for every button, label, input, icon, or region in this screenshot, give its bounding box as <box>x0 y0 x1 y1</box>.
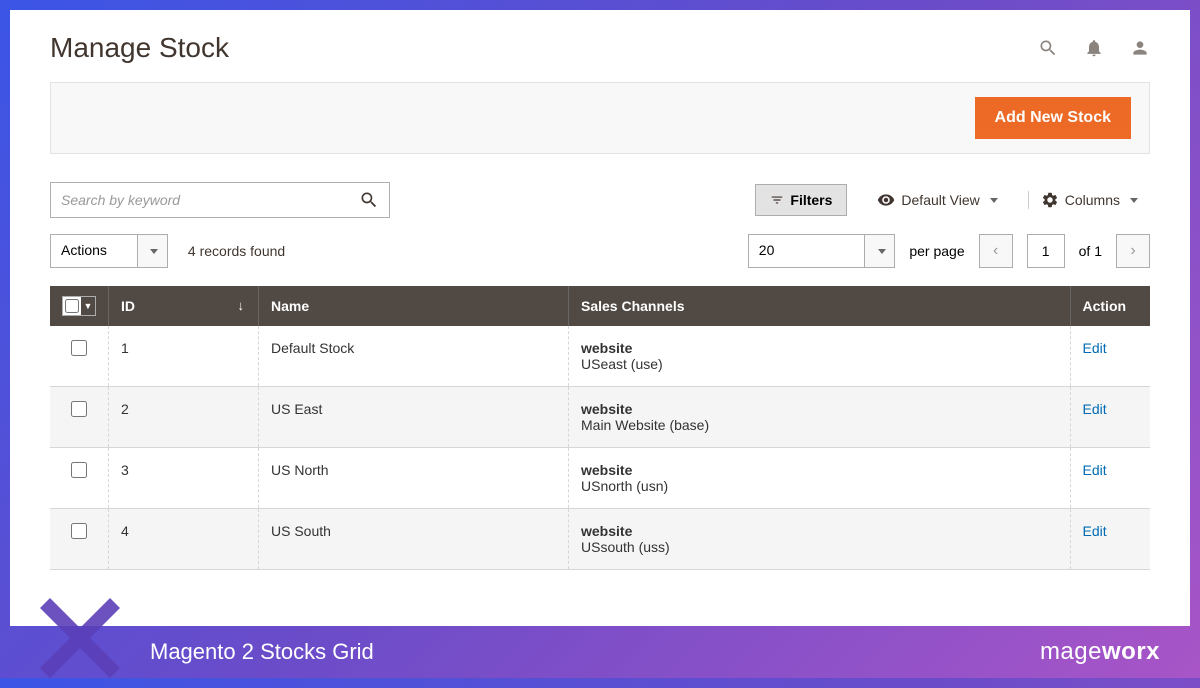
table-row: 1Default StockwebsiteUSeast (use) Edit <box>50 326 1150 387</box>
caret-down-icon <box>1130 198 1138 203</box>
edit-link[interactable]: Edit <box>1083 401 1107 417</box>
edit-link[interactable]: Edit <box>1083 523 1107 539</box>
col-id[interactable]: ID ↓ <box>109 286 259 326</box>
cell-sales-channels: websiteUSeast (use) <box>569 326 1071 387</box>
per-page-label: per page <box>909 243 964 259</box>
columns-dropdown[interactable]: Columns <box>1028 191 1150 209</box>
gear-icon <box>1041 191 1059 209</box>
toolbar-row-2: Actions 4 records found 20 per page ‹ of… <box>50 234 1150 268</box>
cell-sales-channels: websiteUSsouth (uss) <box>569 509 1071 570</box>
default-view-label: Default View <box>901 192 979 208</box>
header-icons <box>1038 38 1150 58</box>
col-checkbox: ▼ <box>50 286 109 326</box>
eye-icon <box>877 191 895 209</box>
row-checkbox[interactable] <box>71 462 87 478</box>
actions-label: Actions <box>51 235 137 267</box>
cell-id: 4 <box>109 509 259 570</box>
col-sales-channels[interactable]: Sales Channels <box>569 286 1071 326</box>
app-frame: Manage Stock Add New Stock Filters <box>10 10 1190 626</box>
search-box <box>50 182 390 218</box>
filters-label: Filters <box>790 192 832 208</box>
cell-id: 2 <box>109 387 259 448</box>
per-page-select[interactable]: 20 <box>748 234 896 268</box>
row-checkbox[interactable] <box>71 401 87 417</box>
row-checkbox[interactable] <box>71 340 87 356</box>
toolbar-row-1: Filters Default View Columns <box>50 182 1150 218</box>
col-name[interactable]: Name <box>259 286 569 326</box>
select-all-checkbox[interactable]: ▼ <box>62 296 96 316</box>
pagination: 20 per page ‹ of 1 › <box>748 234 1150 268</box>
page-header: Manage Stock <box>50 20 1150 82</box>
cell-id: 1 <box>109 326 259 387</box>
table-row: 2US EastwebsiteMain Website (base) Edit <box>50 387 1150 448</box>
sort-desc-icon: ↓ <box>238 298 245 313</box>
columns-label: Columns <box>1065 192 1120 208</box>
stocks-grid: ▼ ID ↓ Name Sales Channels Action 1Defau… <box>50 286 1150 570</box>
select-all-input[interactable] <box>65 299 79 313</box>
edit-link[interactable]: Edit <box>1083 462 1107 478</box>
actions-dropdown[interactable]: Actions <box>50 234 168 268</box>
cell-sales-channels: websiteMain Website (base) <box>569 387 1071 448</box>
cell-id: 3 <box>109 448 259 509</box>
page-input[interactable] <box>1027 234 1065 268</box>
edit-link[interactable]: Edit <box>1083 340 1107 356</box>
search-input[interactable] <box>61 192 359 208</box>
footer-caption: Magento 2 Stocks Grid <box>150 639 374 665</box>
search-icon[interactable] <box>1038 38 1058 58</box>
page-title: Manage Stock <box>50 32 229 64</box>
cell-sales-channels: websiteUSnorth (usn) <box>569 448 1071 509</box>
search-submit-icon[interactable] <box>359 190 379 210</box>
cell-name: US South <box>259 509 569 570</box>
primary-action-bar: Add New Stock <box>50 82 1150 154</box>
add-new-stock-button[interactable]: Add New Stock <box>975 97 1131 139</box>
funnel-icon <box>770 193 784 207</box>
table-row: 3US NorthwebsiteUSnorth (usn) Edit <box>50 448 1150 509</box>
cell-name: US North <box>259 448 569 509</box>
user-icon[interactable] <box>1130 38 1150 58</box>
caret-down-icon <box>137 235 167 267</box>
next-page-button[interactable]: › <box>1116 234 1150 268</box>
table-row: 4US SouthwebsiteUSsouth (uss) Edit <box>50 509 1150 570</box>
prev-page-button[interactable]: ‹ <box>979 234 1013 268</box>
page-of-label: of 1 <box>1079 243 1102 259</box>
caret-down-icon <box>864 235 894 267</box>
col-action: Action <box>1070 286 1150 326</box>
caret-down-icon <box>990 198 998 203</box>
filters-button[interactable]: Filters <box>755 184 847 216</box>
row-checkbox[interactable] <box>71 523 87 539</box>
per-page-value: 20 <box>749 235 865 267</box>
caret-down-icon[interactable]: ▼ <box>81 297 95 315</box>
cell-name: Default Stock <box>259 326 569 387</box>
records-found: 4 records found <box>188 243 285 259</box>
cell-name: US East <box>259 387 569 448</box>
default-view-dropdown[interactable]: Default View <box>865 191 1009 209</box>
footer-bar: Magento 2 Stocks Grid mageworx <box>0 626 1200 678</box>
brand-logo: mageworx <box>1040 638 1160 666</box>
bell-icon[interactable] <box>1084 38 1104 58</box>
